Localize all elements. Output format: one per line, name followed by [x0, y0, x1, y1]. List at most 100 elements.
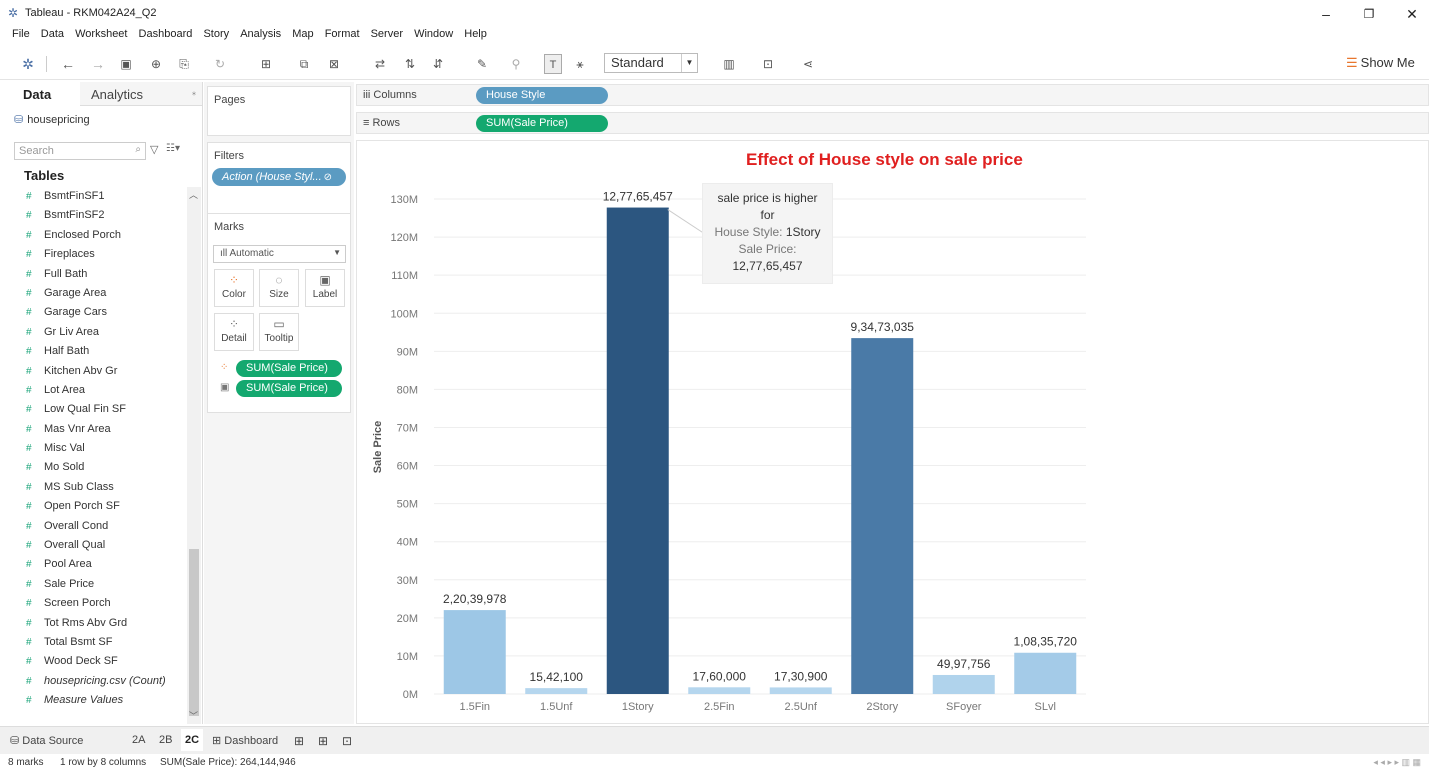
field-item[interactable]: # Enclosed Porch: [0, 229, 186, 248]
sheet-navigation-icon[interactable]: ◂ ◂ ▸ ▸ ▥ ▦: [1373, 757, 1421, 768]
chevron-up-icon[interactable]: ︿: [189, 188, 198, 201]
field-item[interactable]: # Tot Rms Abv Grd: [0, 617, 186, 636]
field-item[interactable]: # BsmtFinSF1: [0, 190, 186, 209]
field-item[interactable]: # Total Bsmt SF: [0, 636, 186, 655]
field-item[interactable]: # Garage Area: [0, 287, 186, 306]
field-item[interactable]: # Low Qual Fin SF: [0, 403, 186, 422]
menu-dashboard[interactable]: Dashboard: [139, 28, 193, 40]
tooltip-button[interactable]: ▭ Tooltip: [259, 313, 299, 351]
field-item[interactable]: # Misc Val: [0, 442, 186, 461]
field-item[interactable]: # Overall Cond: [0, 520, 186, 539]
show-labels-icon[interactable]: T: [544, 54, 562, 74]
bar[interactable]: [1014, 652, 1077, 694]
field-item[interactable]: # BsmtFinSF2: [0, 209, 186, 228]
columns-shelf[interactable]: iii Columns House Style: [356, 84, 1429, 106]
field-item[interactable]: # Lot Area: [0, 384, 186, 403]
field-item[interactable]: # Open Porch SF: [0, 500, 186, 519]
bar[interactable]: [688, 687, 751, 694]
new-datasource-icon[interactable]: ⊕: [148, 54, 164, 74]
filter-pill[interactable]: Action (House Styl... ⊘: [212, 168, 346, 186]
field-item[interactable]: # Fireplaces: [0, 248, 186, 267]
refresh-icon[interactable]: ↻: [212, 54, 228, 74]
columns-pill[interactable]: House Style: [476, 87, 608, 104]
sheet-tab-2c[interactable]: 2C: [181, 729, 204, 751]
label-measure-pill[interactable]: SUM(Sale Price): [236, 380, 342, 397]
new-dashboard-tab-icon[interactable]: ⊞: [318, 734, 328, 748]
field-item[interactable]: # Mas Vnr Area: [0, 423, 186, 442]
field-item[interactable]: # Mo Sold: [0, 461, 186, 480]
bar[interactable]: [932, 674, 995, 694]
datasource-item[interactable]: ⛁ housepricing: [14, 113, 90, 126]
menu-file[interactable]: File: [12, 28, 30, 40]
color-button[interactable]: ⁘ Color: [214, 269, 254, 307]
redo-icon[interactable]: →: [90, 54, 106, 74]
show-me-button[interactable]: ☰ Show Me: [1346, 55, 1415, 71]
bar[interactable]: [606, 207, 669, 694]
sheet-tab-2b[interactable]: 2B: [159, 734, 172, 746]
bar[interactable]: [851, 338, 914, 694]
field-item[interactable]: # housepricing.csv (Count): [0, 675, 186, 694]
tab-data[interactable]: Data: [0, 82, 80, 106]
menu-format[interactable]: Format: [325, 28, 360, 40]
bar[interactable]: [769, 687, 832, 694]
field-item[interactable]: # MS Sub Class: [0, 481, 186, 500]
menu-help[interactable]: Help: [464, 28, 487, 40]
menu-window[interactable]: Window: [414, 28, 453, 40]
label-button[interactable]: ▣ Label: [305, 269, 345, 307]
undo-icon[interactable]: ←: [60, 54, 76, 74]
view-options-icon[interactable]: ☷▾: [166, 143, 180, 154]
tableau-home-icon[interactable]: ✲: [20, 54, 36, 74]
minimize-button[interactable]: –: [1311, 4, 1341, 24]
maximize-button[interactable]: ❐: [1354, 4, 1384, 24]
group-icon[interactable]: ⚲: [508, 54, 524, 74]
show-cards-icon[interactable]: ▥: [721, 54, 737, 74]
tab-analytics[interactable]: Analytics ⁎: [80, 82, 202, 106]
duplicate-icon[interactable]: ⧉: [296, 54, 312, 74]
field-item[interactable]: # Measure Values: [0, 694, 186, 713]
new-worksheet-icon[interactable]: ⊞: [258, 54, 274, 74]
sheet-tab-2a[interactable]: 2A: [132, 734, 145, 746]
bar[interactable]: [525, 688, 588, 694]
swap-icon[interactable]: ⇄: [372, 54, 388, 74]
new-story-tab-icon[interactable]: ⊡: [342, 734, 352, 748]
field-item[interactable]: # Gr Liv Area: [0, 326, 186, 345]
field-item[interactable]: # Wood Deck SF: [0, 655, 186, 674]
pin-icon[interactable]: ⁎: [192, 88, 196, 97]
field-item[interactable]: # Sale Price: [0, 578, 186, 597]
menu-data[interactable]: Data: [41, 28, 64, 40]
field-item[interactable]: # Kitchen Abv Gr: [0, 365, 186, 384]
mark-type-dropdown[interactable]: ıll Automatic ▼: [213, 245, 346, 263]
rows-pill[interactable]: SUM(Sale Price): [476, 115, 608, 132]
pages-card[interactable]: Pages: [207, 86, 351, 136]
menu-story[interactable]: Story: [203, 28, 229, 40]
menu-server[interactable]: Server: [371, 28, 403, 40]
field-list-scrollbar[interactable]: ︿ ﹀: [187, 187, 201, 724]
close-button[interactable]: ✕: [1397, 4, 1427, 24]
presentation-icon[interactable]: ⊡: [760, 54, 776, 74]
filter-icon[interactable]: ▽: [150, 143, 158, 156]
fit-dropdown[interactable]: Standard ▼: [604, 53, 698, 73]
chevron-down-icon[interactable]: ﹀: [189, 709, 198, 722]
new-worksheet-tab-icon[interactable]: ⊞: [294, 734, 304, 748]
search-input[interactable]: Search ⌕: [14, 142, 146, 160]
sort-ascending-icon[interactable]: ⇅: [402, 54, 418, 74]
menu-analysis[interactable]: Analysis: [240, 28, 281, 40]
field-item[interactable]: # Half Bath: [0, 345, 186, 364]
scrollbar-thumb[interactable]: [189, 549, 199, 716]
sort-descending-icon[interactable]: ⇵: [430, 54, 446, 74]
share-icon[interactable]: ⋖: [800, 54, 816, 74]
save-icon[interactable]: ▣: [118, 54, 134, 74]
field-item[interactable]: # Pool Area: [0, 558, 186, 577]
fix-axes-icon[interactable]: ⚹: [572, 54, 588, 74]
highlight-icon[interactable]: ✎: [474, 54, 490, 74]
data-source-tab[interactable]: ⛁ Data Source: [10, 734, 83, 747]
bar[interactable]: [443, 610, 506, 694]
field-item[interactable]: # Garage Cars: [0, 306, 186, 325]
clear-sheet-icon[interactable]: ⊠: [326, 54, 342, 74]
field-item[interactable]: # Overall Qual: [0, 539, 186, 558]
menu-map[interactable]: Map: [292, 28, 313, 40]
pause-updates-icon[interactable]: ⎘: [176, 54, 192, 74]
rows-shelf[interactable]: ≡ Rows SUM(Sale Price): [356, 112, 1429, 134]
color-measure-pill[interactable]: SUM(Sale Price): [236, 360, 342, 377]
field-item[interactable]: # Screen Porch: [0, 597, 186, 616]
